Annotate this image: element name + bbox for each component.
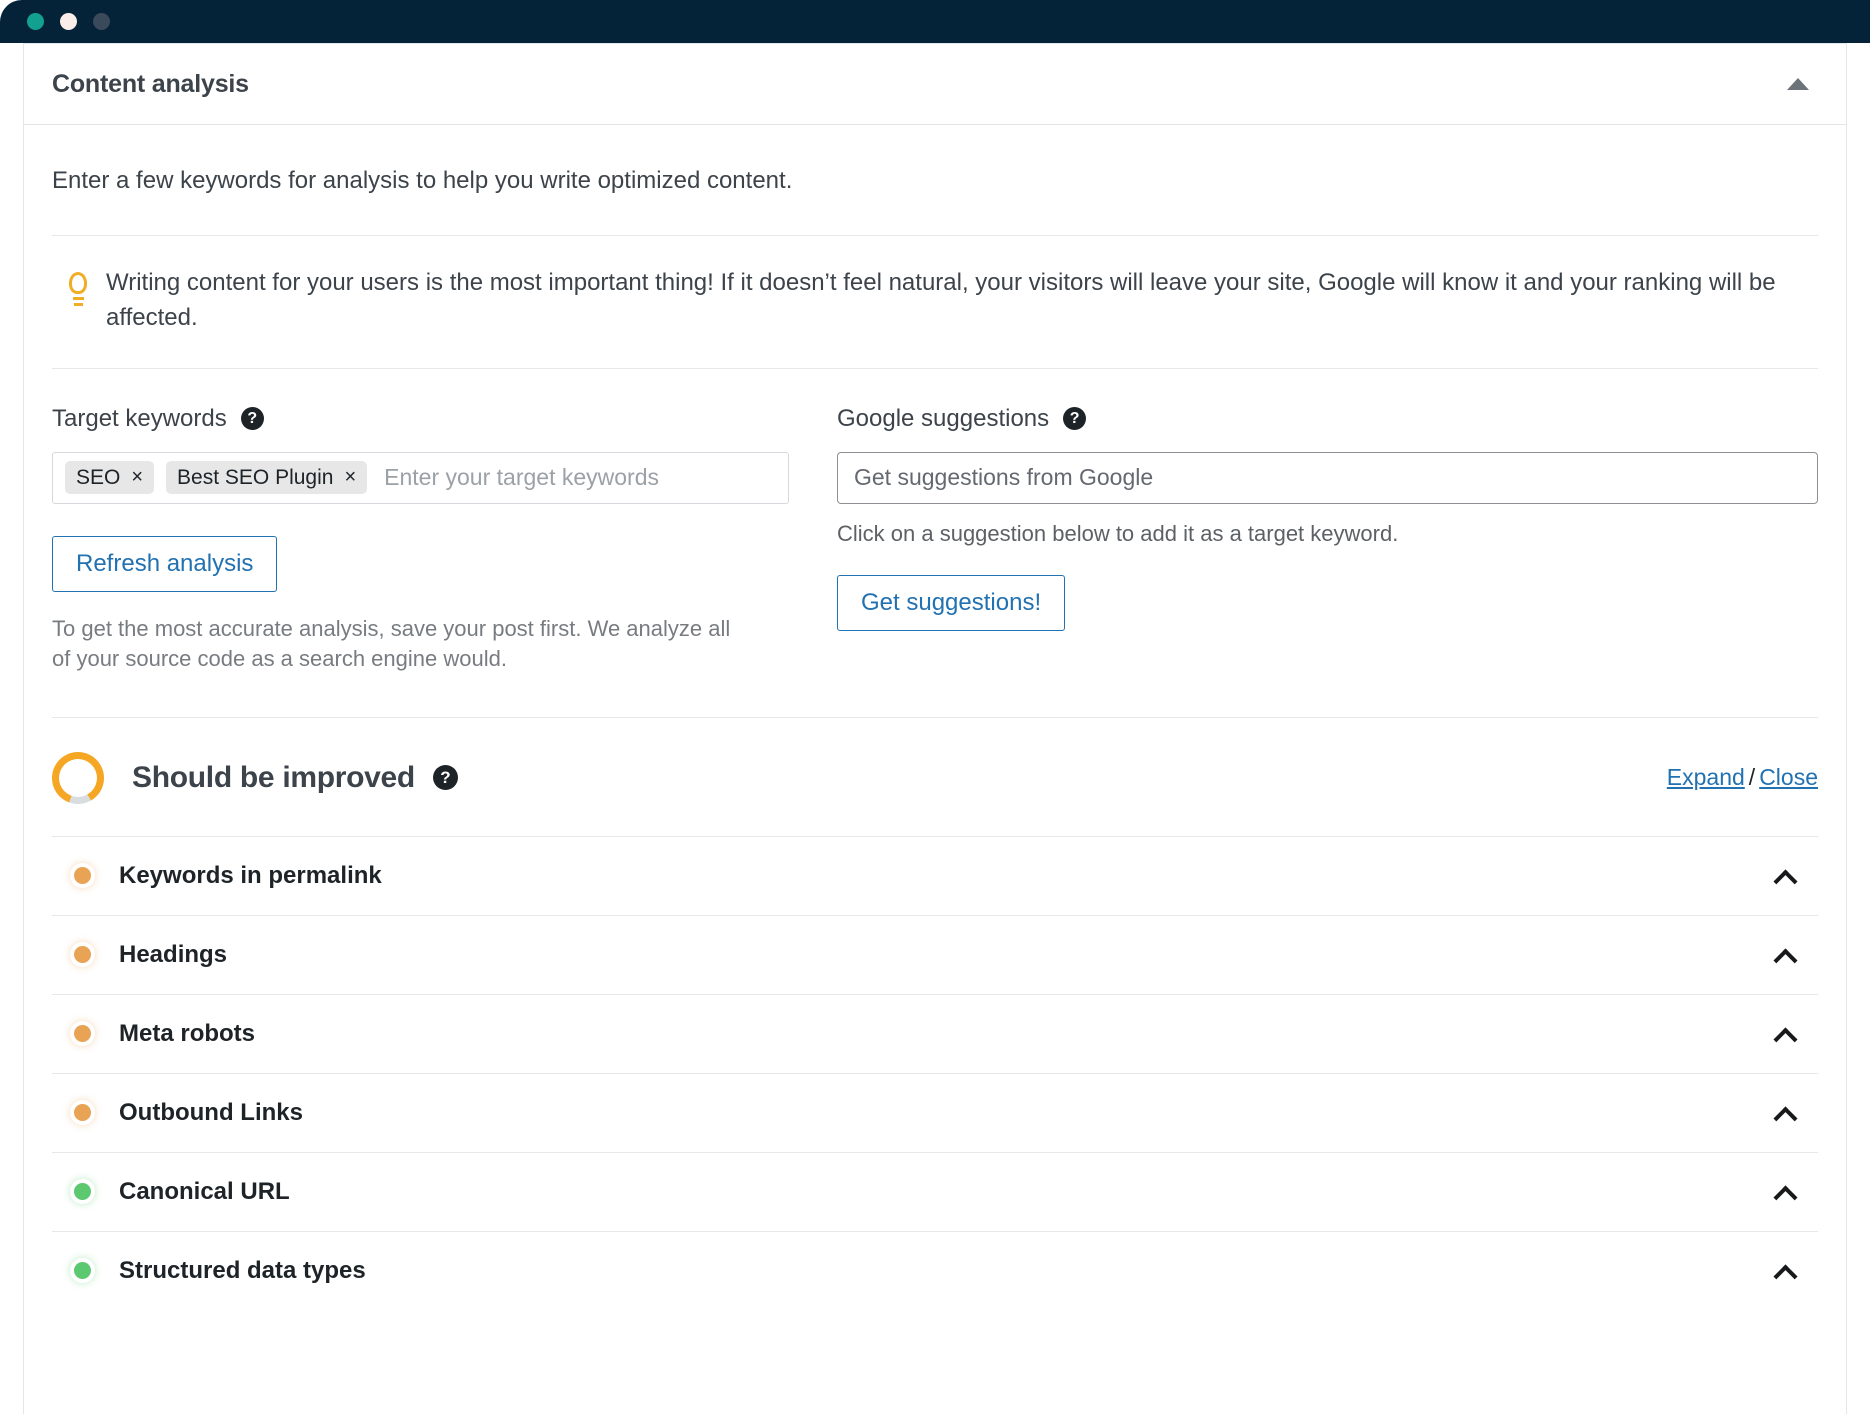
close-all-link[interactable]: Close — [1759, 764, 1818, 790]
check-label: Meta robots — [119, 1019, 256, 1047]
check-row-structured-data-types[interactable]: Structured data types — [52, 1230, 1818, 1310]
chevron-up-icon[interactable] — [1774, 869, 1796, 883]
remove-keyword-icon[interactable]: × — [131, 466, 143, 489]
target-keywords-label: Target keywords — [52, 404, 227, 432]
check-label: Canonical URL — [119, 1177, 290, 1205]
window-dot-grey[interactable] — [93, 13, 110, 30]
remove-keyword-icon[interactable]: × — [344, 466, 356, 489]
get-suggestions-wrap: Get suggestions! — [837, 574, 1818, 631]
check-row-outbound-links[interactable]: Outbound Links — [52, 1072, 1818, 1152]
google-suggestions-hint: Click on a suggestion below to add it as… — [837, 520, 1399, 546]
refresh-analysis-button[interactable]: Refresh analysis — [52, 535, 278, 592]
caret-up-icon[interactable] — [1787, 78, 1809, 90]
keyword-tag-label: SEO — [76, 465, 121, 489]
tip-callout: Writing content for your users is the mo… — [52, 235, 1818, 368]
google-suggestions-column: Google suggestions ? Click on a suggesti… — [837, 405, 1818, 675]
keyword-tag[interactable]: Best SEO Plugin × — [166, 461, 368, 495]
status-dot-icon — [74, 1262, 91, 1280]
score-section: Should be improved ? Expand / Close Keywor… — [52, 716, 1818, 1310]
check-row-keywords-in-permalink[interactable]: Keywords in permalink — [52, 835, 1818, 915]
chevron-up-icon[interactable] — [1774, 948, 1796, 962]
status-dot-icon — [74, 867, 91, 885]
score-title: Should be improved — [132, 760, 415, 794]
chevron-up-icon[interactable] — [1774, 1106, 1796, 1120]
check-label: Outbound Links — [119, 1098, 303, 1126]
keyword-tag[interactable]: SEO × — [65, 461, 155, 495]
status-dot-icon — [74, 1183, 91, 1201]
expand-all-link[interactable]: Expand — [1667, 764, 1745, 790]
check-row-meta-robots[interactable]: Meta robots — [52, 993, 1818, 1073]
chevron-up-icon[interactable] — [1774, 1264, 1796, 1278]
target-keywords-label-row: Target keywords ? — [52, 405, 789, 433]
tip-text: Writing content for your users is the mo… — [106, 269, 1776, 332]
google-suggestions-label: Google suggestions — [837, 404, 1050, 432]
lightbulb-icon — [52, 266, 106, 307]
keyword-fields: Target keywords ? SEO × Best SEO Plugin … — [52, 367, 1818, 675]
get-suggestions-button[interactable]: Get suggestions! — [837, 574, 1066, 631]
panel-header[interactable]: Content analysis — [24, 44, 1846, 125]
browser-window: Content analysis Enter a few keywords fo… — [0, 0, 1870, 1414]
help-circle-icon[interactable]: ? — [1063, 407, 1087, 431]
check-label: Structured data types — [119, 1256, 366, 1284]
target-keywords-placeholder[interactable]: Enter your target keywords — [379, 464, 659, 491]
check-row-headings[interactable]: Headings — [52, 914, 1818, 994]
chevron-up-icon[interactable] — [1774, 1185, 1796, 1199]
panel-body: Enter a few keywords for analysis to hel… — [24, 125, 1846, 1310]
check-label: Keywords in permalink — [119, 861, 382, 889]
chevron-up-icon[interactable] — [1774, 1027, 1796, 1041]
status-dot-icon — [74, 1104, 91, 1122]
page-title: Content analysis — [52, 69, 249, 98]
window-dot-green[interactable] — [27, 13, 44, 30]
link-separator: / — [1748, 764, 1756, 791]
check-label: Headings — [119, 940, 228, 968]
window-dot-yellow[interactable] — [60, 13, 77, 30]
help-circle-icon[interactable]: ? — [432, 765, 458, 791]
google-suggestions-label-row: Google suggestions ? — [837, 405, 1818, 433]
check-row-canonical-url[interactable]: Canonical URL — [52, 1151, 1818, 1231]
google-suggestions-input[interactable] — [837, 451, 1818, 504]
intro-text: Enter a few keywords for analysis to hel… — [52, 167, 793, 194]
target-keywords-column: Target keywords ? SEO × Best SEO Plugin … — [52, 405, 789, 675]
score-progress-ring — [52, 751, 104, 804]
expand-close-links: Expand / Close — [1667, 764, 1818, 791]
help-circle-icon[interactable]: ? — [240, 407, 264, 431]
content-analysis-panel: Content analysis Enter a few keywords fo… — [23, 43, 1847, 1414]
refresh-analysis-wrap: Refresh analysis — [52, 535, 789, 592]
score-summary: Should be improved ? — [52, 751, 458, 804]
status-dot-icon — [74, 946, 91, 964]
target-keywords-hint: To get the most accurate analysis, save … — [52, 615, 731, 672]
target-keywords-input[interactable]: SEO × Best SEO Plugin × Enter your targe… — [52, 451, 789, 504]
score-header-row: Should be improved ? Expand / Close — [52, 751, 1818, 836]
window-titlebar — [0, 0, 1870, 43]
status-dot-icon — [74, 1025, 91, 1043]
keyword-tag-label: Best SEO Plugin — [177, 465, 334, 489]
